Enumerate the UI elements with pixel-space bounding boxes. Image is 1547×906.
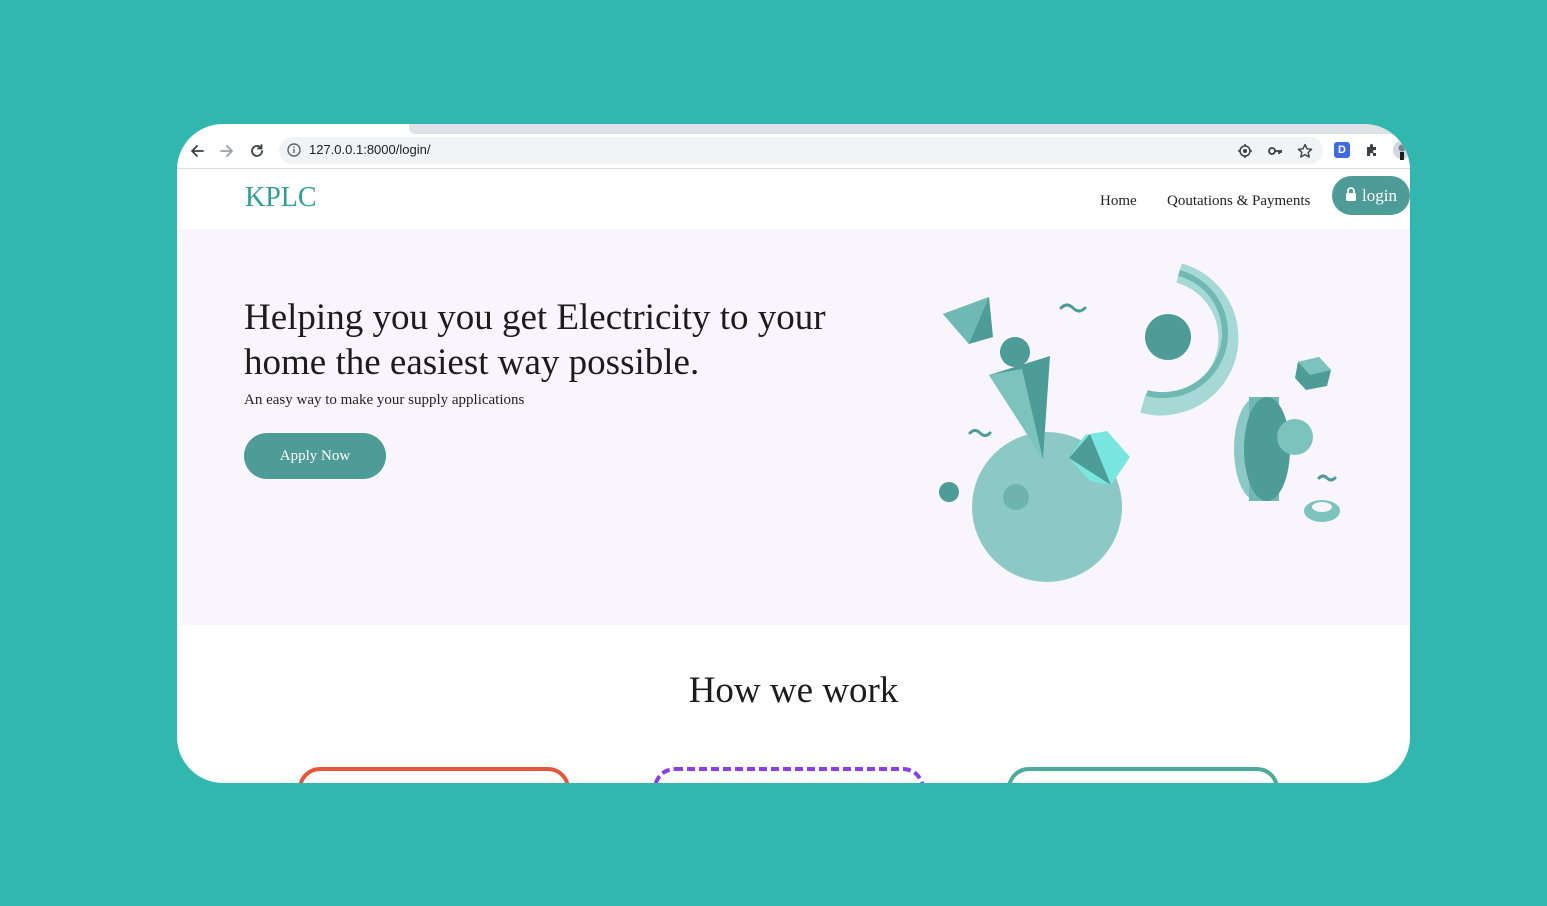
key-icon[interactable] — [1266, 142, 1284, 160]
address-bar[interactable]: 127.0.0.1:8000/login/ — [279, 137, 1323, 164]
browser-window: 127.0.0.1:8000/login/ D KPLC Home Qoutat… — [177, 124, 1410, 783]
browser-toolbar: 127.0.0.1:8000/login/ D — [177, 134, 1410, 169]
url-text[interactable]: 127.0.0.1:8000/login/ — [309, 142, 430, 157]
nav-quotations-link[interactable]: Qoutations & Payments — [1167, 193, 1310, 210]
reload-icon[interactable] — [246, 140, 268, 162]
forward-arrow-icon[interactable] — [216, 140, 238, 162]
extension-badge-letter: D — [1338, 144, 1346, 156]
hero-title: Helping you you get Electricity to your … — [244, 297, 826, 383]
hero-subtitle: An easy way to make your supply applicat… — [244, 392, 525, 408]
how-card-1 — [298, 767, 570, 783]
how-we-work-title: How we work — [688, 670, 899, 711]
apply-now-button[interactable]: Apply Now — [244, 433, 386, 479]
site-header: KPLC Home Qoutations & Payments login — [177, 169, 1410, 229]
site-logo[interactable]: KPLC — [245, 182, 317, 214]
location-icon[interactable] — [1236, 142, 1254, 160]
hero-section: Helping you you get Electricity to your … — [177, 229, 1410, 625]
login-button[interactable]: login — [1332, 176, 1410, 215]
lock-icon — [1345, 186, 1357, 206]
extension-badge-icon[interactable]: D — [1334, 142, 1350, 163]
login-button-label: login — [1362, 185, 1397, 205]
star-icon[interactable] — [1296, 142, 1314, 160]
back-arrow-icon[interactable] — [186, 140, 208, 162]
info-icon[interactable] — [287, 143, 301, 162]
puzzle-icon[interactable] — [1364, 142, 1380, 163]
how-card-3 — [1007, 767, 1279, 783]
hero-illustration — [939, 263, 1340, 582]
tab-strip — [409, 124, 1410, 134]
nav-home-link[interactable]: Home — [1100, 193, 1137, 210]
how-card-2 — [653, 767, 925, 783]
profile-avatar-icon[interactable] — [1392, 140, 1410, 165]
